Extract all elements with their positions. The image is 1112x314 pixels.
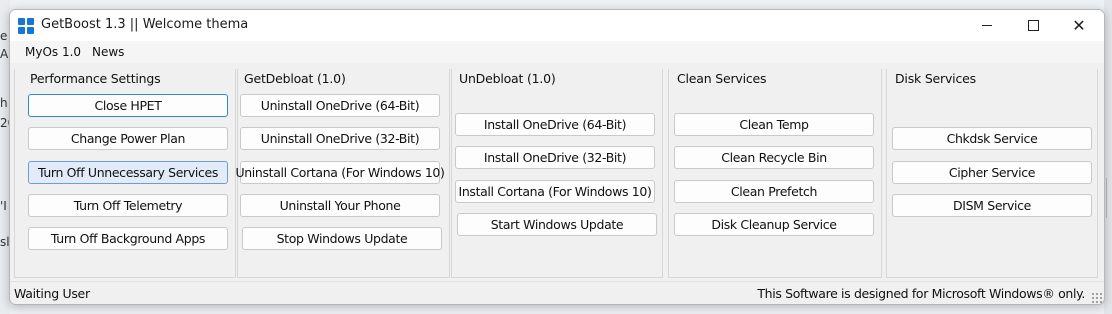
close-button[interactable]: ✕: [1056, 10, 1102, 41]
disk-cleanup-service-button[interactable]: Disk Cleanup Service: [674, 213, 874, 236]
status-text: Waiting User: [14, 286, 90, 301]
clean-prefetch-button[interactable]: Clean Prefetch: [674, 180, 874, 203]
panel-title-performance: Performance Settings: [30, 71, 161, 86]
panel-title-clean-services: Clean Services: [677, 71, 767, 86]
panel-undebloat: [451, 69, 663, 278]
background-window-edge: [1104, 0, 1112, 314]
clean-temp-button[interactable]: Clean Temp: [674, 113, 874, 136]
app-window: GetBoost 1.3 || Welcome thema ✕ MyOs 1.0…: [9, 9, 1105, 305]
install-cortana-button[interactable]: Install Cortana (For Windows 10): [455, 180, 655, 203]
uninstall-your-phone-button[interactable]: Uninstall Your Phone: [240, 194, 440, 217]
turn-off-unnecessary-services-button[interactable]: Turn Off Unnecessary Services: [28, 161, 228, 184]
window-title: GetBoost 1.3 || Welcome thema: [41, 17, 249, 32]
minimize-button[interactable]: [964, 10, 1010, 41]
cipher-service-button[interactable]: Cipher Service: [892, 161, 1092, 184]
panel-title-undebloat: UnDebloat (1.0): [459, 71, 556, 86]
chkdsk-service-button[interactable]: Chkdsk Service: [892, 127, 1092, 150]
start-windows-update-button[interactable]: Start Windows Update: [457, 213, 657, 236]
panel-title-disk-services: Disk Services: [895, 71, 976, 86]
background-text-fragment: 'I: [0, 199, 7, 213]
minimize-icon: [982, 25, 992, 26]
resize-grip-icon[interactable]: [1091, 292, 1102, 303]
status-bar: Waiting User This Software is designed f…: [10, 281, 1104, 304]
uninstall-cortana-button[interactable]: Uninstall Cortana (For Windows 10): [235, 161, 445, 184]
maximize-button[interactable]: [1010, 10, 1056, 41]
background-text-fragment: A: [0, 47, 9, 61]
install-onedrive-32-button[interactable]: Install OneDrive (32-Bit): [455, 146, 655, 169]
menu-item-myos[interactable]: MyOs 1.0: [25, 45, 81, 59]
install-onedrive-64-button[interactable]: Install OneDrive (64-Bit): [455, 113, 655, 136]
windows-logo-icon: [18, 18, 34, 34]
uninstall-onedrive-64-button[interactable]: Uninstall OneDrive (64-Bit): [240, 94, 440, 117]
background-text-fragment: e: [0, 29, 8, 43]
platform-notice: This Software is designed for Microsoft …: [757, 286, 1085, 301]
maximize-icon: [1027, 20, 1039, 31]
menu-bar: MyOs 1.0 News: [10, 41, 1104, 63]
close-icon: ✕: [1072, 15, 1086, 35]
turn-off-telemetry-button[interactable]: Turn Off Telemetry: [28, 194, 228, 217]
dism-service-button[interactable]: DISM Service: [892, 194, 1092, 217]
change-power-plan-button[interactable]: Change Power Plan: [28, 127, 228, 150]
background-text-fragment: h: [0, 96, 8, 110]
panel-clean-services: [668, 69, 882, 278]
stop-windows-update-button[interactable]: Stop Windows Update: [242, 227, 442, 250]
uninstall-onedrive-32-button[interactable]: Uninstall OneDrive (32-Bit): [240, 127, 440, 150]
panel-title-getdebloat: GetDebloat (1.0): [244, 71, 346, 86]
title-bar[interactable]: GetBoost 1.3 || Welcome thema ✕: [10, 10, 1104, 41]
clean-recycle-bin-button[interactable]: Clean Recycle Bin: [674, 146, 874, 169]
menu-item-news[interactable]: News: [92, 45, 124, 59]
turn-off-background-apps-button[interactable]: Turn Off Background Apps: [28, 227, 228, 250]
close-hpet-button[interactable]: Close HPET: [28, 94, 228, 117]
